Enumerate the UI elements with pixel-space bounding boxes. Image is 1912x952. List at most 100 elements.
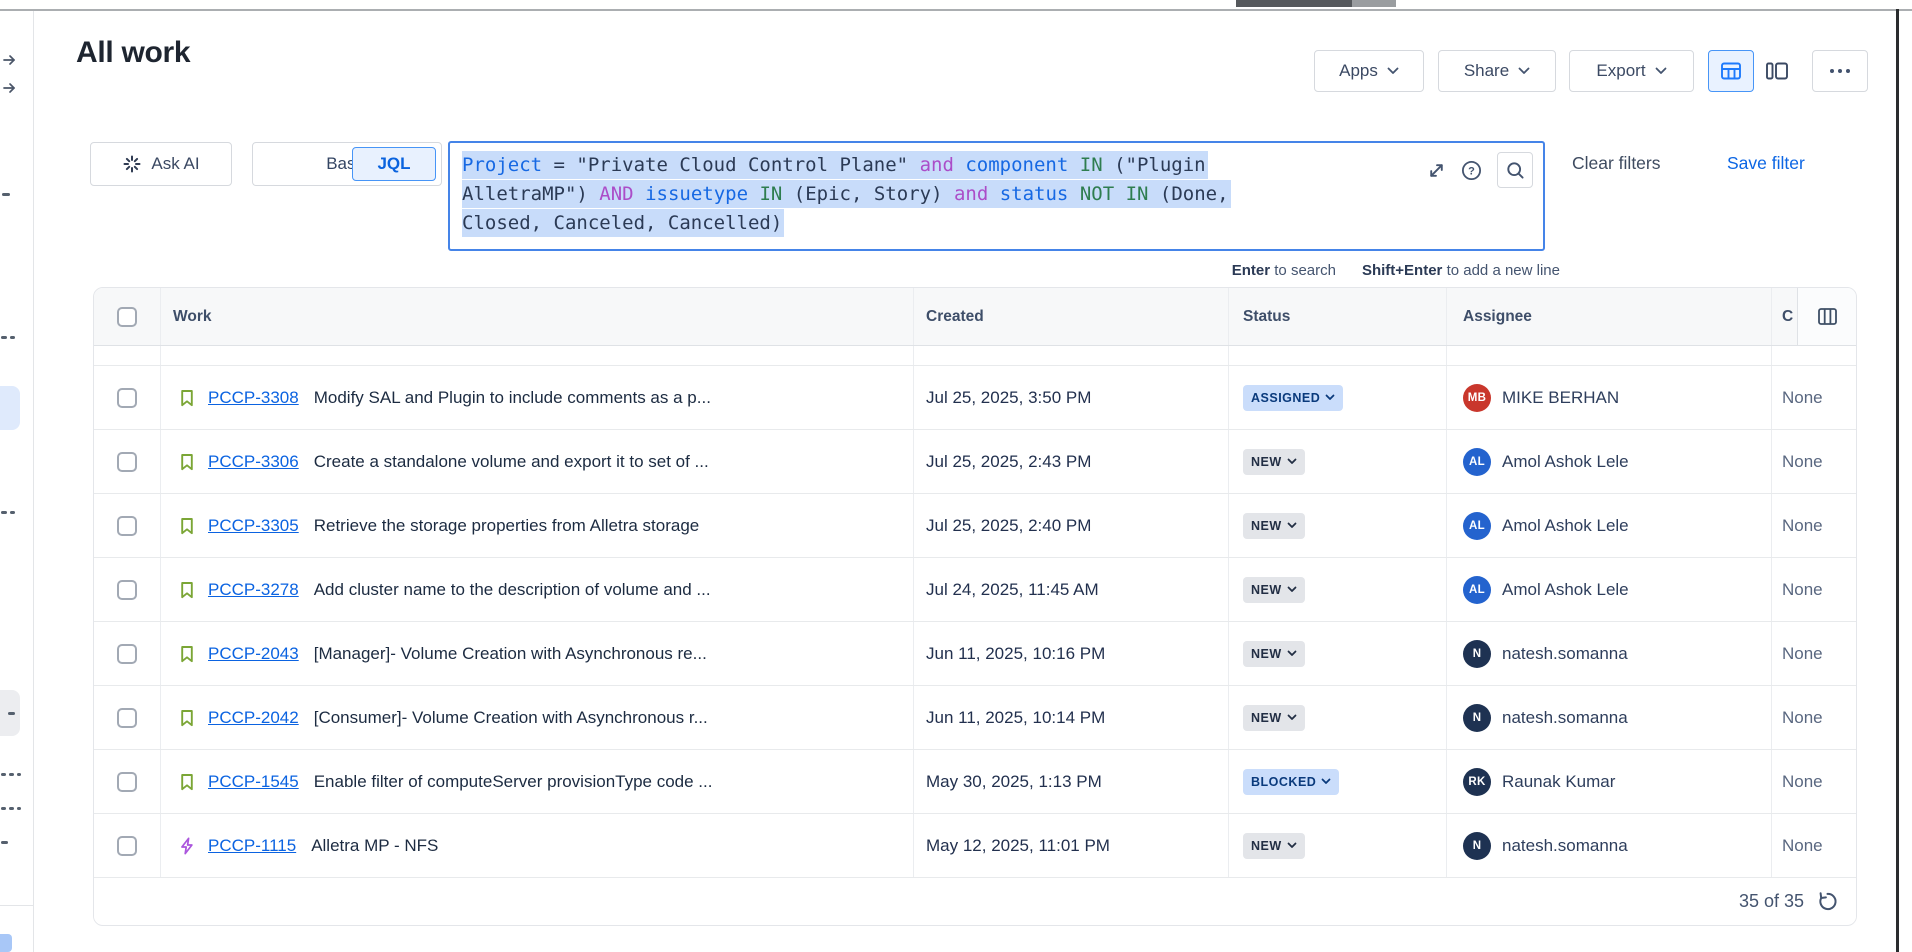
story-icon <box>177 452 197 472</box>
sidebar-item-fragment <box>10 511 15 514</box>
issue-key-link[interactable]: PCCP-3308 <box>208 388 299 408</box>
row-checkbox[interactable] <box>117 388 137 408</box>
row-checkbox[interactable] <box>117 580 137 600</box>
share-label: Share <box>1464 61 1509 81</box>
status-pill[interactable]: NEW <box>1243 577 1305 603</box>
configure-columns-button[interactable] <box>1797 288 1856 345</box>
column-header-work[interactable]: Work <box>161 288 914 345</box>
avatar: N <box>1463 832 1491 860</box>
refresh-button[interactable] <box>1816 890 1839 913</box>
issue-key-link[interactable]: PCCP-3278 <box>208 580 299 600</box>
sidebar-item-fragment <box>17 807 21 810</box>
jql-editor-toolbar: ? <box>1427 152 1533 188</box>
help-icon: ? <box>1461 160 1482 181</box>
sidebar-item-fragment <box>1 841 8 844</box>
sidebar-item-fragment <box>10 336 15 339</box>
issue-key-link[interactable]: PCCP-3306 <box>208 452 299 472</box>
top-bar-artifact-light <box>1352 0 1396 7</box>
row-checkbox[interactable] <box>117 644 137 664</box>
table-view-button[interactable] <box>1708 50 1754 92</box>
detail-view-icon <box>1765 61 1789 81</box>
chevron-down-icon <box>1518 67 1530 75</box>
created-value: Jun 11, 2025, 10:16 PM <box>926 644 1105 664</box>
assignee-name: Amol Ashok Lele <box>1502 516 1629 536</box>
created-value: Jul 25, 2025, 2:43 PM <box>926 452 1091 472</box>
expand-icon <box>1427 161 1446 180</box>
save-filter-button[interactable]: Save filter <box>1727 153 1805 174</box>
status-pill[interactable]: NEW <box>1243 833 1305 859</box>
avatar: N <box>1463 704 1491 732</box>
chevron-down-icon <box>1655 67 1667 75</box>
clear-filters-button[interactable]: Clear filters <box>1572 153 1661 174</box>
detail-view-button[interactable] <box>1754 50 1800 92</box>
story-icon <box>177 516 197 536</box>
assignee-name: MIKE BERHAN <box>1502 388 1619 408</box>
window-right-edge <box>1896 9 1899 952</box>
partially-scrolled-row <box>94 346 1856 366</box>
issue-key-link[interactable]: PCCP-1545 <box>208 772 299 792</box>
issue-title: [Manager]- Volume Creation with Asynchro… <box>314 644 707 664</box>
mode-jql-tab[interactable]: JQL <box>352 147 436 181</box>
assignee-name: natesh.somanna <box>1502 836 1628 856</box>
sidebar-selected-item[interactable] <box>0 386 20 430</box>
status-pill[interactable]: NEW <box>1243 641 1305 667</box>
category-value: None <box>1782 772 1823 792</box>
row-checkbox[interactable] <box>117 708 137 728</box>
sidebar-item-fragment <box>1 807 6 810</box>
row-checkbox[interactable] <box>117 516 137 536</box>
chevron-down-icon <box>1387 67 1399 75</box>
category-value: None <box>1782 644 1823 664</box>
chevron-right-icon[interactable] <box>3 53 17 72</box>
issue-title: [Consumer]- Volume Creation with Asynchr… <box>314 708 708 728</box>
table-row: PCCP-2043 [Manager]- Volume Creation with… <box>94 622 1856 686</box>
issue-title: Add cluster name to the description of v… <box>314 580 711 600</box>
sidebar-divider <box>0 905 34 906</box>
created-value: May 30, 2025, 1:13 PM <box>926 772 1102 792</box>
window-top-strip <box>0 0 1912 9</box>
table-row: PCCP-1545Enable filter of computeServer … <box>94 750 1856 814</box>
row-checkbox[interactable] <box>117 772 137 792</box>
status-pill[interactable]: ASSIGNED <box>1243 385 1343 411</box>
issue-key-link[interactable]: PCCP-2042 <box>208 708 299 728</box>
status-pill[interactable]: BLOCKED <box>1243 769 1339 795</box>
story-icon <box>177 708 197 728</box>
issue-key-link[interactable]: PCCP-3305 <box>208 516 299 536</box>
export-label: Export <box>1596 61 1645 81</box>
apps-button[interactable]: Apps <box>1314 50 1424 92</box>
row-checkbox[interactable] <box>117 836 137 856</box>
share-button[interactable]: Share <box>1438 50 1556 92</box>
status-pill[interactable]: NEW <box>1243 705 1305 731</box>
sparkle-icon <box>122 154 142 174</box>
sidebar-bottom-fragment <box>0 934 12 952</box>
syntax-help-button[interactable]: ? <box>1461 160 1482 181</box>
expand-editor-button[interactable] <box>1427 161 1446 180</box>
run-search-button[interactable] <box>1497 152 1533 188</box>
created-value: Jul 25, 2025, 3:50 PM <box>926 388 1091 408</box>
work-table: Work Created Status Assignee C PCCP-3308… <box>93 287 1857 926</box>
assignee-name: Amol Ashok Lele <box>1502 452 1629 472</box>
jql-editor[interactable]: Project = "Private Cloud Control Plane" … <box>448 141 1545 251</box>
chevron-right-icon[interactable] <box>3 81 17 100</box>
select-all-checkbox[interactable] <box>117 307 137 327</box>
query-mode-switcher: Basic JQL <box>252 142 442 186</box>
more-actions-button[interactable] <box>1812 50 1868 92</box>
row-checkbox[interactable] <box>117 452 137 472</box>
issue-key-link[interactable]: PCCP-1115 <box>208 836 296 856</box>
table-row: PCCP-3305Retrieve the storage properties… <box>94 494 1856 558</box>
chevron-down-icon <box>1287 586 1297 593</box>
status-pill[interactable]: NEW <box>1243 513 1305 539</box>
export-button[interactable]: Export <box>1569 50 1694 92</box>
status-pill[interactable]: NEW <box>1243 449 1305 475</box>
table-row: PCCP-3308Modify SAL and Plugin to includ… <box>94 366 1856 430</box>
avatar: N <box>1463 640 1491 668</box>
column-header-status[interactable]: Status <box>1229 288 1447 345</box>
ask-ai-button[interactable]: Ask AI <box>90 142 232 186</box>
column-header-created[interactable]: Created <box>914 288 1229 345</box>
assignee-name: natesh.somanna <box>1502 708 1628 728</box>
issue-key-link[interactable]: PCCP-2043 <box>208 644 299 664</box>
column-header-assignee[interactable]: Assignee <box>1447 288 1772 345</box>
created-value: May 12, 2025, 11:01 PM <box>926 836 1110 856</box>
jql-selected-text: AlletraMP") AND issuetype IN (Epic, Stor… <box>462 180 1231 208</box>
table-header: Work Created Status Assignee C <box>94 288 1856 346</box>
avatar: RK <box>1463 768 1491 796</box>
